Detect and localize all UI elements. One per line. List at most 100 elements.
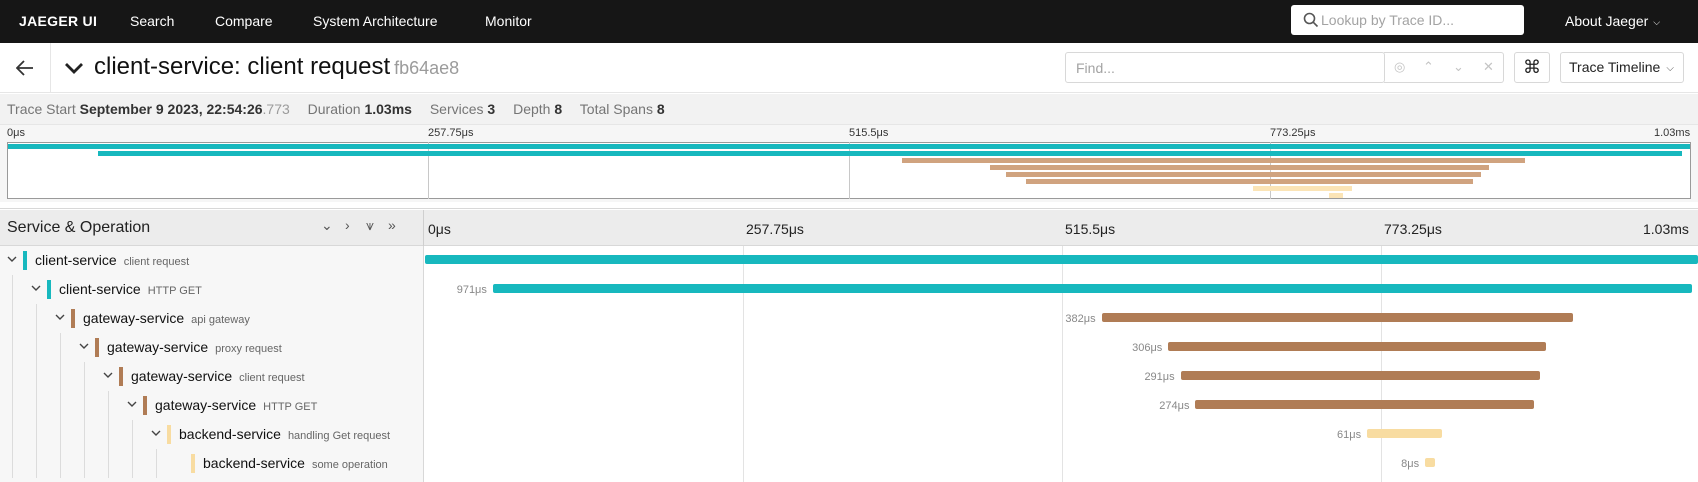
span-row[interactable]: client-service client request	[0, 246, 1698, 275]
span-duration-label: 291μs	[1144, 371, 1175, 383]
span-row[interactable]: client-service HTTP GET 971μs	[0, 275, 1698, 304]
timeline-tick: 773.25μs	[1384, 221, 1442, 237]
span-bar[interactable]	[492, 284, 1692, 293]
indent-guide	[36, 333, 37, 362]
trace-summary: Trace Start September 9 2023, 22:54:26.7…	[0, 94, 1698, 125]
expand-one-icon[interactable]: ›	[345, 217, 350, 233]
minimap-spacer	[0, 202, 1698, 209]
view-selector-label: Trace Timeline	[1569, 59, 1661, 75]
nav-monitor[interactable]: Monitor	[485, 13, 532, 29]
chevron-up-icon[interactable]: ⌃	[1423, 59, 1434, 75]
minimap-span-bar	[1006, 172, 1482, 177]
column-divider[interactable]	[423, 210, 424, 246]
view-selector[interactable]: Trace Timeline ⌵	[1560, 52, 1684, 83]
chevron-down-icon[interactable]	[30, 282, 42, 294]
trace-title: client-service: client request fb64ae8	[94, 53, 459, 81]
trace-id: fb64ae8	[394, 58, 460, 78]
indent-guide	[108, 420, 109, 449]
nav-compare[interactable]: Compare	[215, 13, 273, 29]
chevron-down-icon[interactable]	[102, 369, 114, 381]
chevron-down-icon[interactable]	[150, 427, 162, 439]
back-button[interactable]	[0, 43, 51, 92]
service-label: gateway-service	[83, 310, 185, 326]
span-row[interactable]: gateway-service client request 291μs	[0, 362, 1698, 391]
total-spans-value: 8	[656, 101, 665, 117]
indent-guide	[108, 391, 109, 420]
span-row[interactable]: backend-service some operation 8μs	[0, 449, 1698, 478]
top-nav: JAEGER UI Search Compare System Architec…	[0, 0, 1698, 43]
operation-label: client request	[123, 256, 190, 268]
span-row[interactable]: gateway-service HTTP GET 274μs	[0, 391, 1698, 420]
indent-guide	[12, 333, 13, 362]
operation-label: client request	[239, 372, 305, 384]
service-label: client-service	[59, 281, 141, 297]
span-service-name[interactable]: gateway-service client request	[131, 368, 305, 384]
nav-search[interactable]: Search	[130, 13, 174, 29]
indent-guide	[36, 420, 37, 449]
span-service-name[interactable]: gateway-service HTTP GET	[155, 397, 317, 413]
span-row[interactable]: gateway-service proxy request 306μs	[0, 333, 1698, 362]
duration-value: 1.03ms	[364, 101, 412, 117]
timeline-header: Service & Operation ⌄ › ⩛ » 0μs 257.75μs…	[0, 210, 1698, 246]
operation-label: some operation	[311, 459, 388, 471]
span-rows: client-service client request client-servi…	[0, 246, 1698, 482]
trace-start-label: Trace Start	[7, 101, 76, 117]
span-bar[interactable]	[425, 255, 1698, 264]
span-service-name[interactable]: client-service client request	[35, 252, 189, 268]
search-icon	[1303, 12, 1319, 28]
indent-guide	[12, 275, 13, 304]
chevron-down-icon[interactable]	[78, 340, 90, 352]
span-bar[interactable]	[1425, 458, 1435, 467]
indent-guide	[36, 449, 37, 478]
span-service-name[interactable]: backend-service handling Get request	[179, 426, 390, 442]
chevron-down-icon[interactable]	[126, 398, 138, 410]
collapse-all-icon[interactable]: »	[388, 217, 396, 233]
chevron-down-icon[interactable]	[6, 253, 18, 265]
span-service-name[interactable]: gateway-service proxy request	[107, 339, 282, 355]
span-duration-label: 274μs	[1159, 400, 1190, 412]
about-jaeger-menu[interactable]: About Jaeger ⌵	[1565, 13, 1660, 29]
chevron-down-icon[interactable]	[63, 57, 85, 79]
span-duration-label: 306μs	[1132, 342, 1163, 354]
indent-guide	[60, 449, 61, 478]
total-spans-label: Total Spans	[579, 101, 653, 117]
expand-all-icon[interactable]: ⩛	[366, 217, 374, 234]
trace-minimap[interactable]: 0μs 257.75μs 515.5μs 773.25μs 1.03ms	[0, 125, 1698, 202]
service-label: backend-service	[179, 426, 281, 442]
services-label: Services	[429, 101, 484, 117]
trace-header: client-service: client requestfb64ae8 ◎ …	[0, 43, 1698, 93]
minimap-tick: 257.75μs	[428, 127, 474, 139]
indent-guide	[132, 420, 133, 449]
clear-icon[interactable]: ✕	[1483, 59, 1494, 75]
span-duration-label: 8μs	[1401, 458, 1420, 470]
brand-logo[interactable]: JAEGER UI	[19, 13, 97, 29]
span-duration-label: 382μs	[1065, 313, 1096, 325]
keyboard-shortcuts-button[interactable]: ⌘	[1514, 52, 1550, 83]
trace-start-ms: .773	[262, 101, 290, 117]
minimap-span-bar	[1329, 193, 1343, 198]
nav-system-architecture[interactable]: System Architecture	[313, 13, 438, 29]
collapse-one-icon[interactable]: ⌄	[321, 217, 333, 234]
indent-guide	[36, 391, 37, 420]
trace-id-input[interactable]	[1321, 5, 1521, 35]
locate-icon[interactable]: ◎	[1394, 59, 1405, 75]
service-color-marker	[143, 396, 147, 415]
span-service-name[interactable]: backend-service some operation	[203, 455, 388, 471]
span-bar[interactable]	[1101, 313, 1574, 322]
span-row[interactable]: backend-service handling Get request 61μs	[0, 420, 1698, 449]
span-bar[interactable]	[1367, 429, 1443, 438]
chevron-down-icon[interactable]	[54, 311, 66, 323]
span-row[interactable]: gateway-service api gateway 382μs	[0, 304, 1698, 333]
indent-guide	[60, 333, 61, 362]
span-bar[interactable]	[1180, 371, 1540, 380]
about-jaeger-label: About Jaeger	[1565, 13, 1649, 29]
chevron-down-icon: ⌵	[1653, 17, 1661, 27]
span-bar[interactable]	[1168, 342, 1547, 351]
span-bar[interactable]	[1195, 400, 1534, 409]
minimap-span-bar	[8, 144, 1690, 149]
span-duration-label: 61μs	[1337, 429, 1362, 441]
chevron-down-icon[interactable]: ⌄	[1453, 59, 1464, 75]
find-input[interactable]	[1066, 53, 1384, 82]
span-service-name[interactable]: gateway-service api gateway	[83, 310, 250, 326]
span-service-name[interactable]: client-service HTTP GET	[59, 281, 202, 297]
